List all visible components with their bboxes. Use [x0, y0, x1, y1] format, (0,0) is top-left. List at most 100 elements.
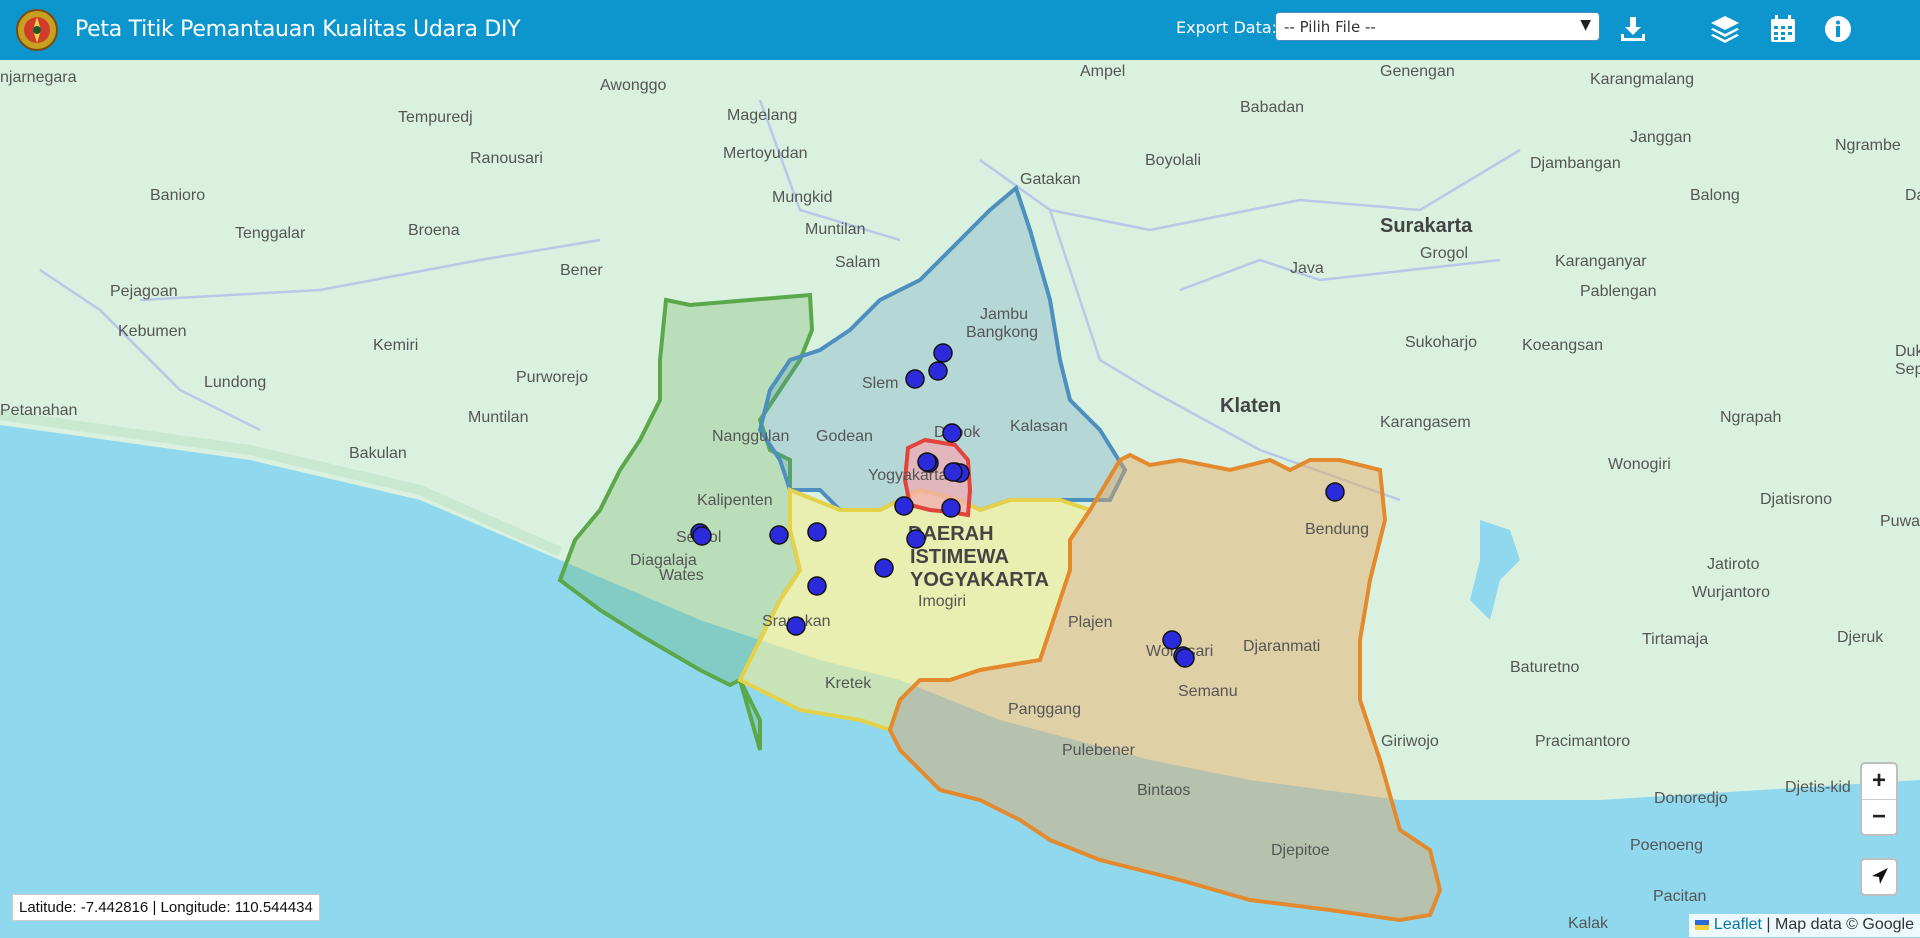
map-place-label: Poenoeng	[1630, 837, 1703, 854]
station-marker[interactable]	[786, 616, 806, 636]
map-place-label: Kalasan	[1010, 418, 1068, 435]
ukraine-flag-icon	[1695, 919, 1710, 930]
map-place-label: Bintaos	[1137, 782, 1190, 799]
map-place-label: YOGYAKARTA	[910, 569, 1049, 591]
map-place-label: Dac	[1905, 187, 1920, 204]
map-place-label: Surakarta	[1380, 215, 1473, 237]
export-select-value: -- Pilih File --	[1284, 18, 1376, 36]
map-place-label: Mertoyudan	[723, 145, 808, 162]
map-place-label: Djatisrono	[1760, 491, 1832, 508]
map-place-label: ISTIMEWA	[910, 546, 1009, 568]
map-place-label: Baturetno	[1510, 659, 1579, 676]
map-place-label: Duku	[1895, 343, 1920, 360]
zoom-control: + −	[1860, 762, 1898, 836]
export-file-select[interactable]: -- Pilih File -- ▼	[1275, 12, 1600, 41]
map-place-label: njarnegara	[0, 69, 77, 86]
map-place-label: Djeruk	[1837, 629, 1884, 646]
diy-logo	[16, 9, 58, 51]
map-place-label: Ngrambe	[1835, 137, 1901, 154]
map-place-label: Sepri	[1895, 361, 1920, 378]
station-marker[interactable]	[905, 369, 925, 389]
map-place-label: Muntilan	[805, 221, 865, 238]
map-place-label: Pablengan	[1580, 283, 1657, 300]
map-place-label: Balong	[1690, 187, 1740, 204]
map-place-label: Karanganyar	[1555, 253, 1647, 270]
map-place-label: Plajen	[1068, 614, 1112, 631]
map-attribution: Leaflet | Map data © Google	[1689, 914, 1920, 937]
map-place-label: Kemiri	[373, 337, 418, 354]
station-marker[interactable]	[894, 496, 914, 516]
map-place-label: Koeangsan	[1522, 337, 1603, 354]
map-place-label: Bendung	[1305, 521, 1369, 538]
map-place-label: Jatiroto	[1707, 556, 1760, 573]
map-place-label: Donoredjo	[1654, 790, 1728, 807]
zoom-out-button[interactable]: −	[1862, 800, 1896, 835]
map-place-label: Tenggalar	[235, 225, 306, 242]
station-marker[interactable]	[943, 462, 963, 482]
map-place-label: Janggan	[1630, 129, 1691, 146]
station-marker[interactable]	[692, 526, 712, 546]
map-place-label: Wonogiri	[1608, 456, 1671, 473]
leaflet-link[interactable]: Leaflet	[1714, 916, 1762, 933]
coordinate-readout: Latitude: -7.442816 | Longitude: 110.544…	[12, 894, 320, 921]
station-marker[interactable]	[928, 361, 948, 381]
map-place-label: Godean	[816, 428, 873, 445]
station-marker[interactable]	[906, 529, 926, 549]
map-place-label: Djepitoe	[1271, 842, 1330, 859]
map-canvas[interactable]: njarnegara Awonggo Ampel Genengan Karangmala…	[0, 60, 1920, 938]
map-place-label: Babadan	[1240, 99, 1304, 116]
download-icon[interactable]	[1616, 12, 1650, 46]
station-marker[interactable]	[807, 522, 827, 542]
station-marker[interactable]	[917, 452, 937, 472]
station-marker[interactable]	[1325, 482, 1345, 502]
calendar-icon[interactable]	[1766, 12, 1800, 46]
station-marker[interactable]	[807, 576, 827, 596]
map-place-label: Karangasem	[1380, 414, 1471, 431]
map-place-label: Djambangan	[1530, 155, 1621, 172]
map-place-label: Slem	[862, 375, 898, 392]
map-place-label: Ngrapah	[1720, 409, 1781, 426]
locate-button[interactable]	[1860, 858, 1898, 896]
station-marker[interactable]	[941, 498, 961, 518]
map-place-label: Panggang	[1008, 701, 1081, 718]
map-place-label: Kretek	[825, 675, 872, 692]
map-place-label: Salam	[835, 254, 880, 271]
layers-icon[interactable]	[1708, 12, 1742, 46]
map-place-label: Bener	[560, 262, 603, 279]
station-marker[interactable]	[769, 525, 789, 545]
map-place-label: Klaten	[1220, 395, 1281, 417]
map-place-label: Petanahan	[0, 402, 77, 419]
top-navbar: Peta Titik Pemantauan Kualitas Udara DIY…	[0, 0, 1920, 60]
map-place-label: Puwanto	[1880, 513, 1920, 530]
map-place-label: Djetis-kid	[1785, 779, 1851, 796]
map-place-label: Bangkong	[966, 324, 1038, 341]
map-place-label: Tempuredj	[398, 109, 473, 126]
station-marker[interactable]	[874, 558, 894, 578]
station-marker[interactable]	[1162, 630, 1182, 650]
zoom-in-button[interactable]: +	[1862, 764, 1896, 800]
export-data-label: Export Data:	[1176, 18, 1278, 37]
map-place-label: Giriwojo	[1381, 733, 1439, 750]
app-root: Peta Titik Pemantauan Kualitas Udara DIY…	[0, 0, 1920, 938]
attribution-text: | Map data © Google	[1761, 916, 1914, 933]
info-icon[interactable]	[1821, 12, 1855, 46]
map-place-label: Nanggulan	[712, 428, 789, 445]
station-marker[interactable]	[933, 343, 953, 363]
map-place-label: Kalipenten	[697, 492, 773, 509]
map-place-label: Bakulan	[349, 445, 407, 462]
map-place-label: Sukoharjo	[1405, 334, 1477, 351]
map-place-label: Broena	[408, 222, 460, 239]
map-place-label: Wurjantoro	[1692, 584, 1770, 601]
map-place-label: Djaranmati	[1243, 638, 1320, 655]
station-marker[interactable]	[942, 423, 962, 443]
map-place-label: Wates	[659, 567, 704, 584]
map-place-label: Gatakan	[1020, 171, 1080, 188]
map-place-label: Kebumen	[118, 323, 187, 340]
navigation-arrow-icon	[1872, 868, 1888, 884]
map-place-label: Awonggo	[600, 77, 667, 94]
map-place-label: Pacitan	[1653, 888, 1706, 905]
map-place-label: Pulebener	[1062, 742, 1136, 759]
dropdown-arrow-icon: ▼	[1580, 17, 1591, 33]
station-marker[interactable]	[1175, 648, 1195, 668]
map-place-label: Muntilan	[468, 409, 528, 426]
